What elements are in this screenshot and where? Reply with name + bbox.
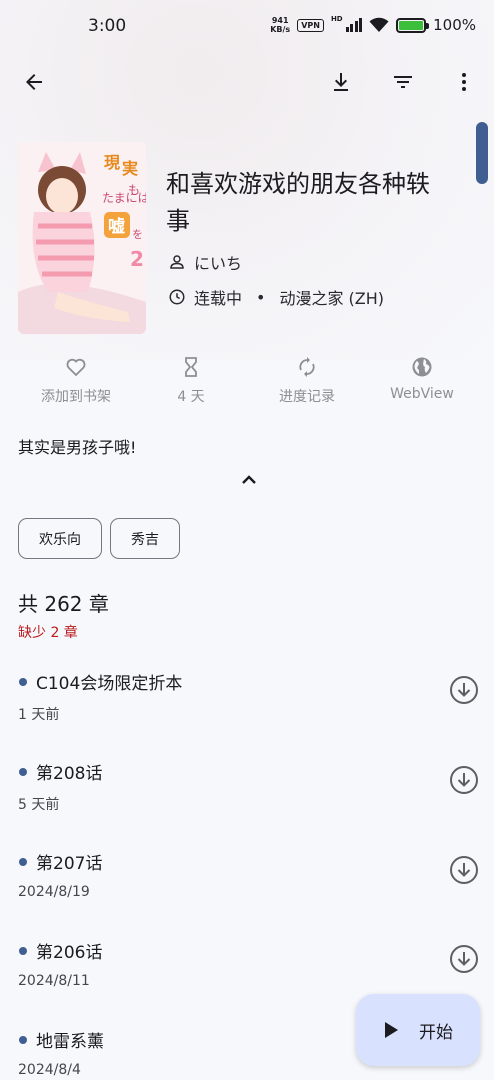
status-time: 3:00 (88, 16, 127, 36)
tracking-button[interactable]: 进度记录 (245, 352, 369, 406)
manga-title-line1: 和喜欢游戏的朋友各种轶 (166, 170, 430, 198)
chevron-up-icon (242, 475, 256, 484)
unread-dot (19, 768, 27, 776)
chapter-name: 第206话 (36, 943, 103, 963)
genre-tags: 欢乐向 秀吉 (18, 518, 180, 559)
start-reading-label: 开始 (419, 1022, 453, 1043)
chapter-date: 1 天前 (18, 707, 60, 723)
chapter-name: 第207话 (36, 854, 103, 874)
chapter-date: 2024/8/19 (18, 884, 90, 900)
signal-icon (345, 18, 363, 32)
network-speed-unit: KB/s (270, 25, 291, 34)
download-circle-icon (450, 945, 478, 973)
battery-icon (396, 17, 430, 33)
svg-text:実: 実 (122, 159, 138, 178)
chapter-item[interactable]: C104会场限定折本 1 天前 (0, 662, 494, 752)
chapter-date: 5 天前 (18, 797, 60, 813)
battery-percent: 100% (433, 16, 476, 34)
webview-label: WebView (390, 386, 454, 402)
svg-text:現: 現 (104, 153, 120, 172)
chapter-date: 2024/8/4 (18, 1062, 81, 1078)
hourglass-icon (185, 357, 197, 377)
download-button[interactable] (321, 62, 361, 102)
download-chapter-button[interactable] (448, 854, 480, 886)
vpn-icon: VPN (297, 18, 324, 32)
download-chapter-button[interactable] (448, 943, 480, 975)
tracking-label: 进度记录 (279, 389, 335, 405)
status-source-row: 连载中 • 动漫之家 (ZH) (168, 285, 384, 309)
cover-illustration: 現 実 も たまには 嘘 を 2 (18, 142, 146, 334)
back-button[interactable] (14, 62, 54, 102)
sync-icon (299, 357, 315, 377)
chapter-name: 第208话 (36, 764, 103, 784)
hd-badge: HD (330, 15, 343, 23)
tag-chip[interactable]: 秀吉 (110, 518, 180, 559)
network-speed: 941 KB/s (270, 16, 290, 34)
update-interval-button[interactable]: 4 天 (129, 352, 253, 406)
add-to-library-label: 添加到书架 (41, 389, 111, 405)
download-circle-icon (450, 856, 478, 884)
download-circle-icon (450, 766, 478, 794)
status-indicators: 941 KB/s VPN HD 100% (270, 15, 476, 34)
svg-text:2: 2 (130, 247, 144, 271)
collapse-description-button[interactable] (236, 468, 262, 490)
webview-button[interactable]: WebView (360, 352, 484, 402)
more-vertical-icon (462, 73, 466, 91)
meta-separator: • (256, 287, 266, 307)
unread-dot (19, 947, 27, 955)
update-interval-label: 4 天 (177, 389, 205, 405)
tag-chip[interactable]: 欢乐向 (18, 518, 102, 559)
author-row[interactable]: にいち (168, 250, 242, 274)
action-row: 添加到书架 4 天 进度记录 WebView (0, 352, 494, 412)
start-reading-button[interactable]: 开始 (356, 994, 480, 1066)
download-chapter-button[interactable] (448, 764, 480, 796)
publication-status: 连载中 (194, 289, 243, 308)
svg-text:を: を (132, 228, 143, 241)
globe-icon (412, 357, 432, 377)
download-circle-icon (450, 676, 478, 704)
download-icon (334, 73, 348, 91)
manga-title: 和喜欢游戏的朋友各种轶 事 (166, 166, 466, 240)
status-bar: 3:00 941 KB/s VPN HD 100% (0, 0, 494, 54)
chapter-name: C104会场限定折本 (36, 674, 183, 694)
unread-dot (19, 858, 27, 866)
chapter-count: 共 262 章 (18, 592, 109, 616)
scrollbar-thumb[interactable] (476, 122, 488, 184)
filter-icon (394, 76, 412, 88)
missing-chapters: 缺少 2 章 (18, 625, 78, 641)
source-name: 动漫之家 (ZH) (279, 289, 385, 308)
filter-button[interactable] (383, 62, 423, 102)
heart-icon (66, 358, 86, 377)
more-options-button[interactable] (444, 62, 484, 102)
manga-description: 其实是男孩子哦! (18, 438, 137, 457)
chapter-name: 地雷系薰 (36, 1032, 104, 1052)
unread-dot (19, 678, 27, 686)
download-chapter-button[interactable] (448, 674, 480, 706)
wifi-icon (369, 17, 389, 32)
svg-text:たまには: たまには (102, 191, 146, 205)
arrow-back-icon (26, 74, 42, 90)
add-to-library-button[interactable]: 添加到书架 (14, 352, 138, 406)
unread-dot (19, 1036, 27, 1044)
svg-text:嘘: 嘘 (108, 216, 125, 237)
author-name: にいち (194, 254, 243, 273)
chapter-date: 2024/8/11 (18, 973, 90, 989)
chapter-item[interactable]: 第207话 2024/8/19 (0, 842, 494, 932)
manga-cover[interactable]: 現 実 も たまには 嘘 を 2 (18, 142, 146, 334)
top-app-bar (0, 56, 494, 108)
play-icon (385, 1022, 398, 1038)
chapter-item[interactable]: 第208话 5 天前 (0, 752, 494, 842)
person-icon (170, 255, 184, 269)
manga-title-line2: 事 (166, 207, 190, 235)
clock-icon (169, 289, 185, 305)
network-speed-value: 941 (271, 16, 289, 25)
